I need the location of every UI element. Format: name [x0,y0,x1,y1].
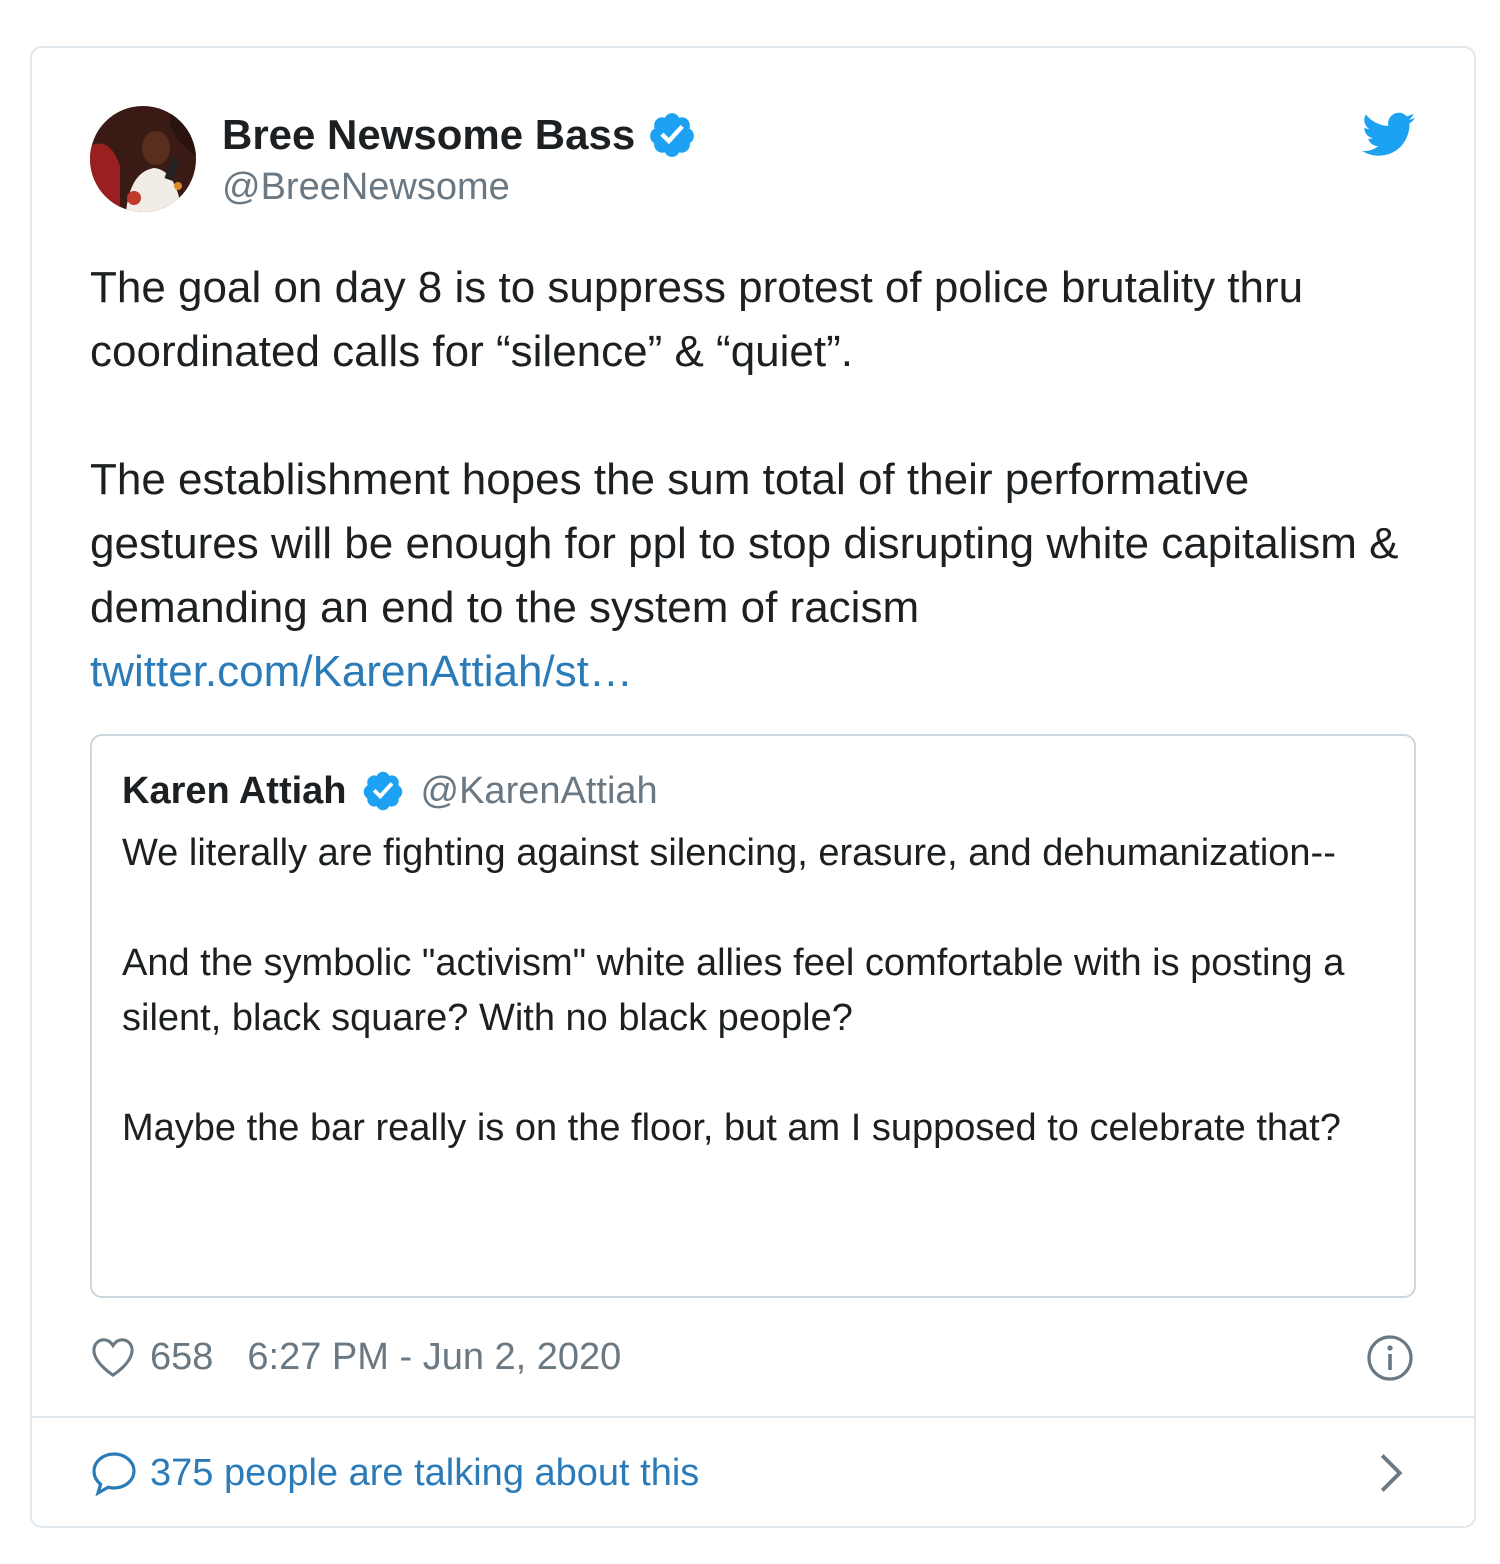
quoted-text: We literally are fighting against silenc… [122,826,1382,1156]
conversation-link[interactable]: 375 people are talking about this [90,1448,699,1498]
speech-bubble-icon [92,1452,136,1497]
info-icon[interactable] [1366,1334,1414,1382]
quoted-author-handle: @KarenAttiah [420,769,658,812]
quoted-paragraph-2: And the symbolic "activism" white allies… [122,942,1345,1039]
author-name-row: Bree Newsome Bass [222,110,697,160]
divider [32,1416,1474,1418]
quoted-tweet[interactable]: Karen Attiah @KarenAttiah We literally a… [90,734,1416,1298]
verified-badge-icon [363,771,402,811]
conversation-label: 375 people are talking about this [150,1451,700,1494]
twitter-bird-icon[interactable] [1362,112,1416,158]
tweet-meta: 658 6:27 PM - Jun 2, 2020 [90,1332,621,1382]
avatar[interactable] [90,106,196,212]
tweet-paragraph-2: The establishment hopes the sum total of… [90,455,1399,632]
author-block: Bree Newsome Bass @BreeNewsome [222,110,697,209]
like-count[interactable]: 658 [150,1336,213,1379]
quoted-author-name: Karen Attiah [122,769,347,812]
tweet-link[interactable]: twitter.com/KarenAttiah/st… [90,647,633,696]
quoted-header: Karen Attiah @KarenAttiah [122,766,658,816]
tweet-text: The goal on day 8 is to suppress protest… [90,256,1400,704]
author-handle[interactable]: @BreeNewsome [222,166,697,209]
heart-icon[interactable] [90,1336,136,1378]
author-name[interactable]: Bree Newsome Bass [222,111,635,159]
verified-badge-icon [650,113,695,157]
quoted-paragraph-3: Maybe the bar really is on the floor, bu… [122,1107,1341,1149]
tweet-paragraph-1: The goal on day 8 is to suppress protest… [90,263,1304,376]
tweet-card: Bree Newsome Bass @BreeNewsome The goal … [30,46,1476,1528]
chevron-right-icon[interactable] [1376,1452,1406,1494]
tweet-timestamp[interactable]: 6:27 PM - Jun 2, 2020 [247,1336,621,1379]
quoted-paragraph-1: We literally are fighting against silenc… [122,832,1336,874]
